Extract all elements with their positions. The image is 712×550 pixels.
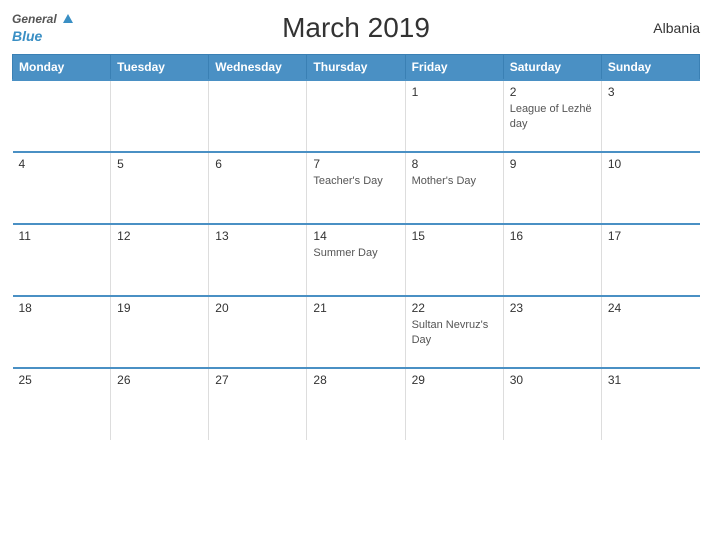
day-number: 6 — [215, 157, 300, 171]
event-label: League of Lezhë day — [510, 103, 592, 130]
day-cell: 9 — [503, 152, 601, 224]
day-cell: 1 — [405, 80, 503, 152]
day-number: 12 — [117, 229, 202, 243]
day-cell: 14 Summer Day — [307, 224, 405, 296]
week-row-4: 18 19 20 21 22 Sultan Nevruz's Day 23 24 — [13, 296, 700, 368]
day-number: 7 — [313, 157, 398, 171]
country-label: Albania — [653, 20, 700, 36]
col-tuesday: Tuesday — [111, 55, 209, 81]
day-cell: 10 — [601, 152, 699, 224]
day-cell: 30 — [503, 368, 601, 440]
day-cell: 25 — [13, 368, 111, 440]
day-cell: 4 — [13, 152, 111, 224]
day-cell: 31 — [601, 368, 699, 440]
day-number: 2 — [510, 85, 595, 99]
day-number: 11 — [19, 229, 105, 243]
day-number: 30 — [510, 373, 595, 387]
day-number: 23 — [510, 301, 595, 315]
day-number: 21 — [313, 301, 398, 315]
day-number: 20 — [215, 301, 300, 315]
day-cell: 27 — [209, 368, 307, 440]
day-cell: 20 — [209, 296, 307, 368]
day-cell — [209, 80, 307, 152]
day-cell: 19 — [111, 296, 209, 368]
week-row-2: 4567 Teacher's Day 8 Mother's Day 9 10 — [13, 152, 700, 224]
day-cell: 23 — [503, 296, 601, 368]
day-number: 9 — [510, 157, 595, 171]
col-friday: Friday — [405, 55, 503, 81]
day-cell: 21 — [307, 296, 405, 368]
day-cell: 11 — [13, 224, 111, 296]
logo-triangle-icon — [63, 14, 73, 23]
day-cell: 17 — [601, 224, 699, 296]
day-cell: 29 — [405, 368, 503, 440]
event-label: Mother's Day — [412, 175, 476, 187]
calendar-title: March 2019 — [282, 12, 430, 44]
logo-container: General Blue — [12, 10, 73, 46]
day-number: 10 — [608, 157, 694, 171]
day-number: 18 — [19, 301, 105, 315]
day-cell: 15 — [405, 224, 503, 296]
day-number: 4 — [19, 157, 105, 171]
col-sunday: Sunday — [601, 55, 699, 81]
day-cell: 13 — [209, 224, 307, 296]
day-number: 8 — [412, 157, 497, 171]
day-number: 5 — [117, 157, 202, 171]
day-cell: 18 — [13, 296, 111, 368]
day-number: 24 — [608, 301, 694, 315]
day-number: 29 — [412, 373, 497, 387]
day-number: 28 — [313, 373, 398, 387]
event-label: Teacher's Day — [313, 175, 382, 187]
day-cell: 3 — [601, 80, 699, 152]
day-cell: 5 — [111, 152, 209, 224]
calendar-page: General Blue March 2019 Albania Monday T… — [0, 0, 712, 550]
week-row-1: 12 League of Lezhë day 3 — [13, 80, 700, 152]
day-number: 22 — [412, 301, 497, 315]
day-cell: 22 Sultan Nevruz's Day — [405, 296, 503, 368]
col-saturday: Saturday — [503, 55, 601, 81]
day-number: 3 — [608, 85, 694, 99]
logo: General Blue — [12, 10, 73, 46]
day-cell: 28 — [307, 368, 405, 440]
day-cell: 16 — [503, 224, 601, 296]
logo-blue-text: Blue — [12, 28, 73, 46]
day-number: 17 — [608, 229, 694, 243]
weekday-header-row: Monday Tuesday Wednesday Thursday Friday… — [13, 55, 700, 81]
week-row-3: 11 12 13 14 Summer Day 15 16 17 — [13, 224, 700, 296]
day-cell: 8 Mother's Day — [405, 152, 503, 224]
day-number: 13 — [215, 229, 300, 243]
calendar-header: Monday Tuesday Wednesday Thursday Friday… — [13, 55, 700, 81]
header: General Blue March 2019 Albania — [12, 10, 700, 46]
day-number: 16 — [510, 229, 595, 243]
col-monday: Monday — [13, 55, 111, 81]
event-label: Summer Day — [313, 247, 377, 259]
day-cell: 7 Teacher's Day — [307, 152, 405, 224]
logo-general-text: General — [12, 10, 73, 28]
week-row-5: 25 26 27 28 29 30 31 — [13, 368, 700, 440]
day-cell: 26 — [111, 368, 209, 440]
day-number: 1 — [412, 85, 497, 99]
day-number: 15 — [412, 229, 497, 243]
day-cell: 24 — [601, 296, 699, 368]
calendar-body: 12 League of Lezhë day 3 4567 Teacher's Day 8… — [13, 80, 700, 440]
day-cell — [307, 80, 405, 152]
day-number: 27 — [215, 373, 300, 387]
day-cell: 12 — [111, 224, 209, 296]
day-cell: 2 League of Lezhë day — [503, 80, 601, 152]
day-number: 19 — [117, 301, 202, 315]
col-thursday: Thursday — [307, 55, 405, 81]
calendar-table: Monday Tuesday Wednesday Thursday Friday… — [12, 54, 700, 440]
day-number: 31 — [608, 373, 694, 387]
day-number: 25 — [19, 373, 105, 387]
day-number: 26 — [117, 373, 202, 387]
day-cell — [13, 80, 111, 152]
col-wednesday: Wednesday — [209, 55, 307, 81]
day-cell — [111, 80, 209, 152]
event-label: Sultan Nevruz's Day — [412, 319, 489, 346]
day-cell: 6 — [209, 152, 307, 224]
day-number: 14 — [313, 229, 398, 243]
